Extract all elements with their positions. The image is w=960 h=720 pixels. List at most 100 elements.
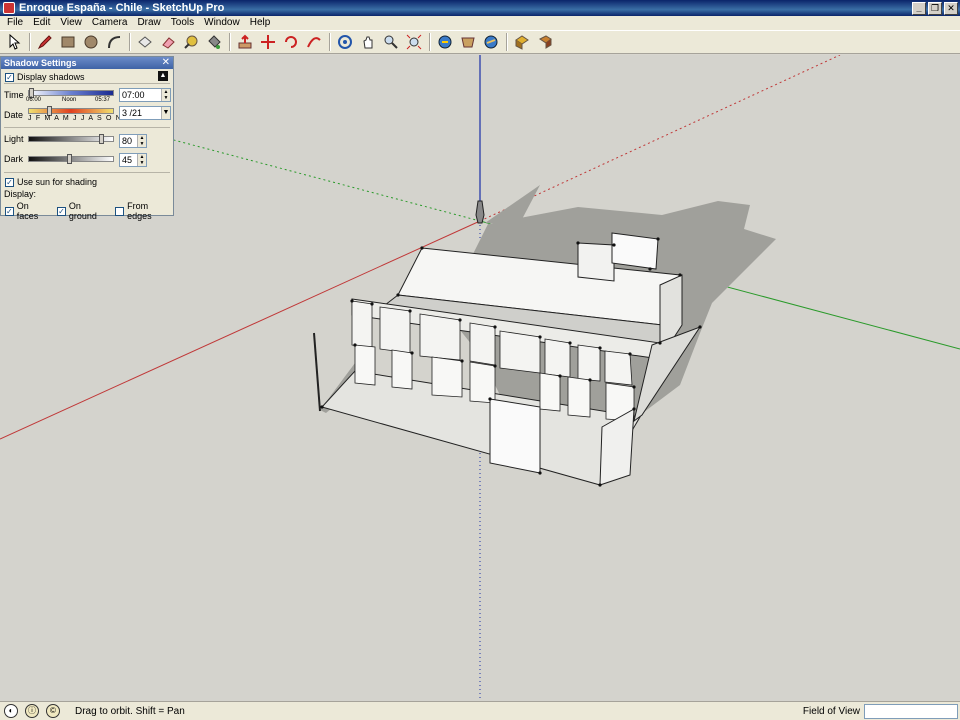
user-icon[interactable]: © [46,704,60,718]
sketchup-app-icon[interactable] [3,2,15,14]
rear-block-left [577,242,615,282]
status-hint: Drag to orbit. Shift = Pan [75,705,185,717]
main-toolbar [0,30,960,54]
light-label: Light [4,134,24,144]
date-slider[interactable] [28,106,114,116]
menu-file[interactable]: File [2,16,28,30]
dark-spinner-icon[interactable]: ▲ ▼ [137,154,146,166]
menu-view[interactable]: View [55,16,87,30]
from-edges-label: From edges [127,201,152,221]
light-slider[interactable] [28,134,114,144]
time-label: Time [4,90,24,100]
panel-collapse-icon[interactable]: ▲ [158,71,168,81]
restore-button[interactable]: ❐ [928,1,942,15]
date-input[interactable]: 3 /21 ▼ [119,106,171,120]
toolbar-separator [506,33,508,51]
from-edges-checkbox[interactable] [115,206,125,216]
menu-camera[interactable]: Camera [87,16,133,30]
time-slider[interactable] [28,88,114,98]
geo-location-icon[interactable]: ◐ [4,704,18,718]
menu-window[interactable]: Window [199,16,245,30]
use-sun-label: Use sun for shading [17,177,98,187]
select-tool-icon[interactable] [3,32,25,52]
time-noon-label: Noon [62,97,77,103]
circle-tool-icon[interactable] [80,32,102,52]
toolbar-separator [329,33,331,51]
shadow-settings-panel: Shadow Settings ✕ ✓ Display shadows ▲ Ti… [0,56,174,221]
push-pull-icon[interactable] [234,32,256,52]
time-end-label: 05:37 [95,97,111,103]
pan-hand-icon[interactable] [357,32,379,52]
on-faces-label: On faces [16,201,39,221]
dynamic-components-icon[interactable] [534,32,556,52]
vcb-label: Field of View [802,705,860,717]
time-spinner-icon[interactable]: ▲ ▼ [161,89,170,101]
light-spinner-icon[interactable]: ▲ ▼ [137,135,146,147]
time-value: 07:00 [122,90,145,100]
make-component-icon[interactable] [134,32,156,52]
close-button[interactable]: ✕ [944,1,958,15]
zoom-icon[interactable] [380,32,402,52]
on-faces-checkbox[interactable]: ✓ [5,206,14,216]
measurements-input[interactable] [864,703,958,719]
credits-icon[interactable]: ⓘ [25,704,39,718]
use-sun-row: ✓ Use sun for shading [5,177,97,187]
move-icon[interactable] [257,32,279,52]
follow-me-icon[interactable] [303,32,325,52]
display-shadows-row: ✓ Display shadows [5,72,85,82]
divider [4,127,170,128]
on-ground-checkbox[interactable]: ✓ [57,206,66,216]
time-input[interactable]: 07:00 ▲ ▼ [119,88,171,102]
dark-input[interactable]: 45 ▲ ▼ [119,153,147,167]
date-dropdown-icon[interactable]: ▼ [161,107,170,119]
panel-close-icon[interactable]: ✕ [162,57,170,69]
rectangle-tool-icon[interactable] [57,32,79,52]
panel-title-text: Shadow Settings [4,58,77,68]
divider [4,172,170,173]
rotate-icon[interactable] [280,32,302,52]
display-shadows-label: Display shadows [17,72,85,82]
display-label: Display: [4,189,37,199]
dark-label: Dark [4,154,24,164]
menu-help[interactable]: Help [245,16,276,30]
menu-draw[interactable]: Draw [132,16,165,30]
orbit-icon[interactable] [334,32,356,52]
post [313,332,321,412]
green-axis-negative [169,138,481,222]
light-slider-thumb[interactable] [99,134,104,144]
previous-view-icon[interactable] [434,32,456,52]
display-shadows-checkbox[interactable]: ✓ [5,72,14,82]
panel-title: Shadow Settings ✕ [1,57,173,69]
share-model-icon[interactable] [480,32,502,52]
scale-figure [475,200,485,224]
pencil-tool-icon[interactable] [34,32,56,52]
light-value: 80 [122,136,133,146]
get-models-icon[interactable] [457,32,479,52]
display-options-row: ✓ On faces ✓ On ground From edges [5,201,173,221]
menu-bar: File Edit View Camera Draw Tools Window … [0,16,960,30]
arc-tool-icon[interactable] [103,32,125,52]
date-value: 3 /21 [122,108,143,118]
toolbar-separator [29,33,31,51]
paint-bucket-icon[interactable] [203,32,225,52]
menu-tools[interactable]: Tools [166,16,199,30]
title-bar: Enroque España - Chile - SketchUp Pro _ … [0,0,960,16]
dark-slider-thumb[interactable] [67,154,72,164]
toolbar-separator [129,33,131,51]
status-bar: ◐ ⓘ © Drag to orbit. Shift = Pan Field o… [0,701,960,720]
menu-edit[interactable]: Edit [28,16,55,30]
month-labels: J F M A M J J A S O N D [28,115,132,122]
dark-slider[interactable] [28,154,114,164]
toolbar-separator [429,33,431,51]
eraser-icon[interactable] [157,32,179,52]
zoom-extents-icon[interactable] [403,32,425,52]
rear-block-right [611,232,659,270]
light-input[interactable]: 80 ▲ ▼ [119,134,147,148]
use-sun-checkbox[interactable]: ✓ [5,177,14,187]
minimize-button[interactable]: _ [912,1,926,15]
divider [4,83,170,84]
components-icon[interactable] [511,32,533,52]
tape-measure-icon[interactable] [180,32,202,52]
dark-value: 45 [122,155,133,165]
front-panel-left [489,398,541,474]
